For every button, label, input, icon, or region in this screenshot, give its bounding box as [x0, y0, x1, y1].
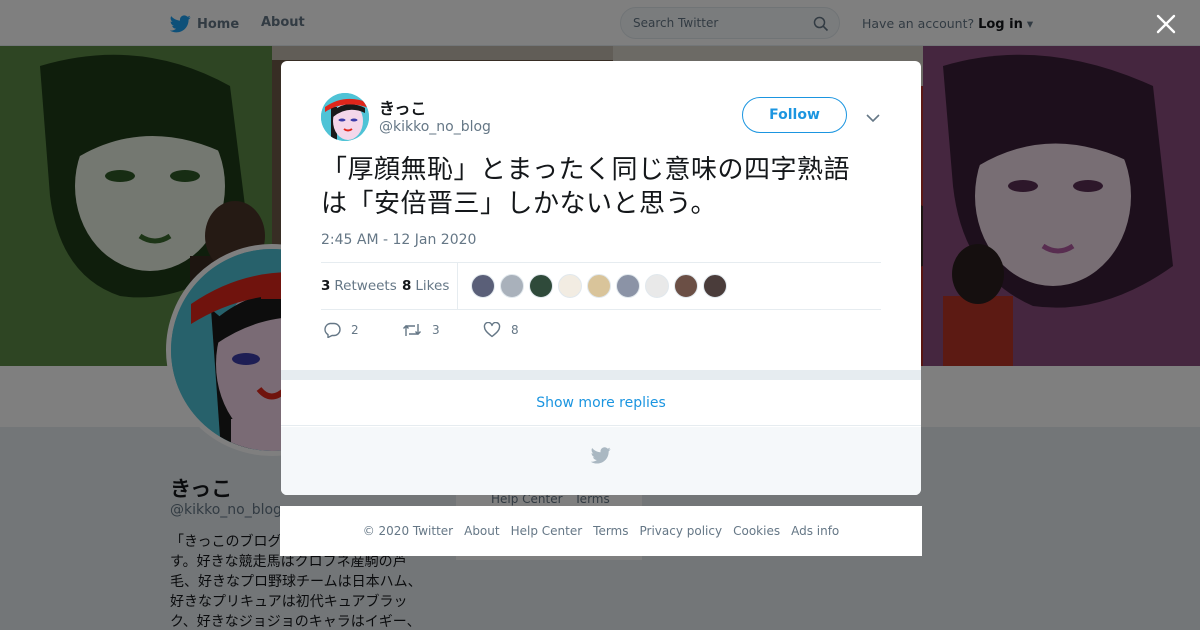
footer-privacy-link[interactable]: Privacy policy	[640, 524, 723, 538]
close-icon[interactable]	[1154, 12, 1178, 36]
reply-button[interactable]: 2	[323, 322, 359, 338]
likes-label: Likes	[415, 278, 450, 294]
liker-avatar[interactable]	[471, 274, 495, 298]
likes-count: 8	[402, 278, 412, 294]
tweet-text-line: は「安倍晋三」しかないと思う。	[321, 189, 717, 219]
tweet-avatar[interactable]	[321, 93, 369, 141]
tweet-author-handle[interactable]: @kikko_no_blog	[379, 119, 491, 135]
show-more-replies-link[interactable]: Show more replies	[281, 380, 921, 426]
follow-button[interactable]: Follow	[742, 97, 847, 133]
modal-footer	[281, 427, 921, 495]
like-button[interactable]: 8	[483, 322, 519, 338]
footer-terms-link[interactable]: Terms	[593, 524, 628, 538]
retweets-label: Retweets	[334, 278, 397, 294]
retweets-count: 3	[321, 278, 331, 294]
tweet-text: 「厚顔無恥」とまったく同じ意味の四字熟語 は「安倍晋三」しかないと思う。	[321, 153, 891, 221]
liker-avatar[interactable]	[616, 274, 640, 298]
retweet-count: 3	[432, 323, 440, 337]
chevron-down-icon[interactable]	[865, 109, 881, 123]
like-count: 8	[511, 323, 519, 337]
retweet-icon	[402, 324, 422, 336]
retweet-button[interactable]: 3	[402, 322, 440, 338]
tweet-modal: きっこ @kikko_no_blog Follow 「厚顔無恥」とまったく同じ意…	[281, 61, 921, 495]
liker-avatar[interactable]	[674, 274, 698, 298]
likes-stat[interactable]: 8 Likes	[402, 278, 449, 294]
modal-separator	[281, 370, 921, 380]
stats-divider	[457, 263, 458, 309]
tweet-text-line: 「厚顔無恥」とまったく同じ意味の四字熟語	[321, 155, 850, 185]
retweets-stat[interactable]: 3 Retweets	[321, 278, 397, 294]
footer-help-link[interactable]: Help Center	[511, 524, 583, 538]
reply-icon	[324, 322, 341, 338]
page-footer: © 2020 Twitter About Help Center Terms P…	[280, 506, 922, 556]
footer-about-link[interactable]: About	[464, 524, 499, 538]
liker-avatar[interactable]	[587, 274, 611, 298]
tweet-timestamp[interactable]: 2:45 AM - 12 Jan 2020	[321, 232, 476, 248]
liker-avatar[interactable]	[558, 274, 582, 298]
liker-avatar[interactable]	[645, 274, 669, 298]
liker-avatar[interactable]	[500, 274, 524, 298]
reply-count: 2	[351, 323, 359, 337]
liker-avatar[interactable]	[529, 274, 553, 298]
copyright-text: © 2020 Twitter	[362, 524, 454, 538]
tweet-author-name[interactable]: きっこ	[379, 95, 426, 119]
tweet-stats: 3 Retweets 8 Likes	[321, 262, 881, 310]
heart-icon	[483, 322, 501, 338]
liker-avatar[interactable]	[703, 274, 727, 298]
twitter-bird-icon	[590, 447, 611, 468]
footer-cookies-link[interactable]: Cookies	[733, 524, 780, 538]
footer-ads-link[interactable]: Ads info	[791, 524, 839, 538]
